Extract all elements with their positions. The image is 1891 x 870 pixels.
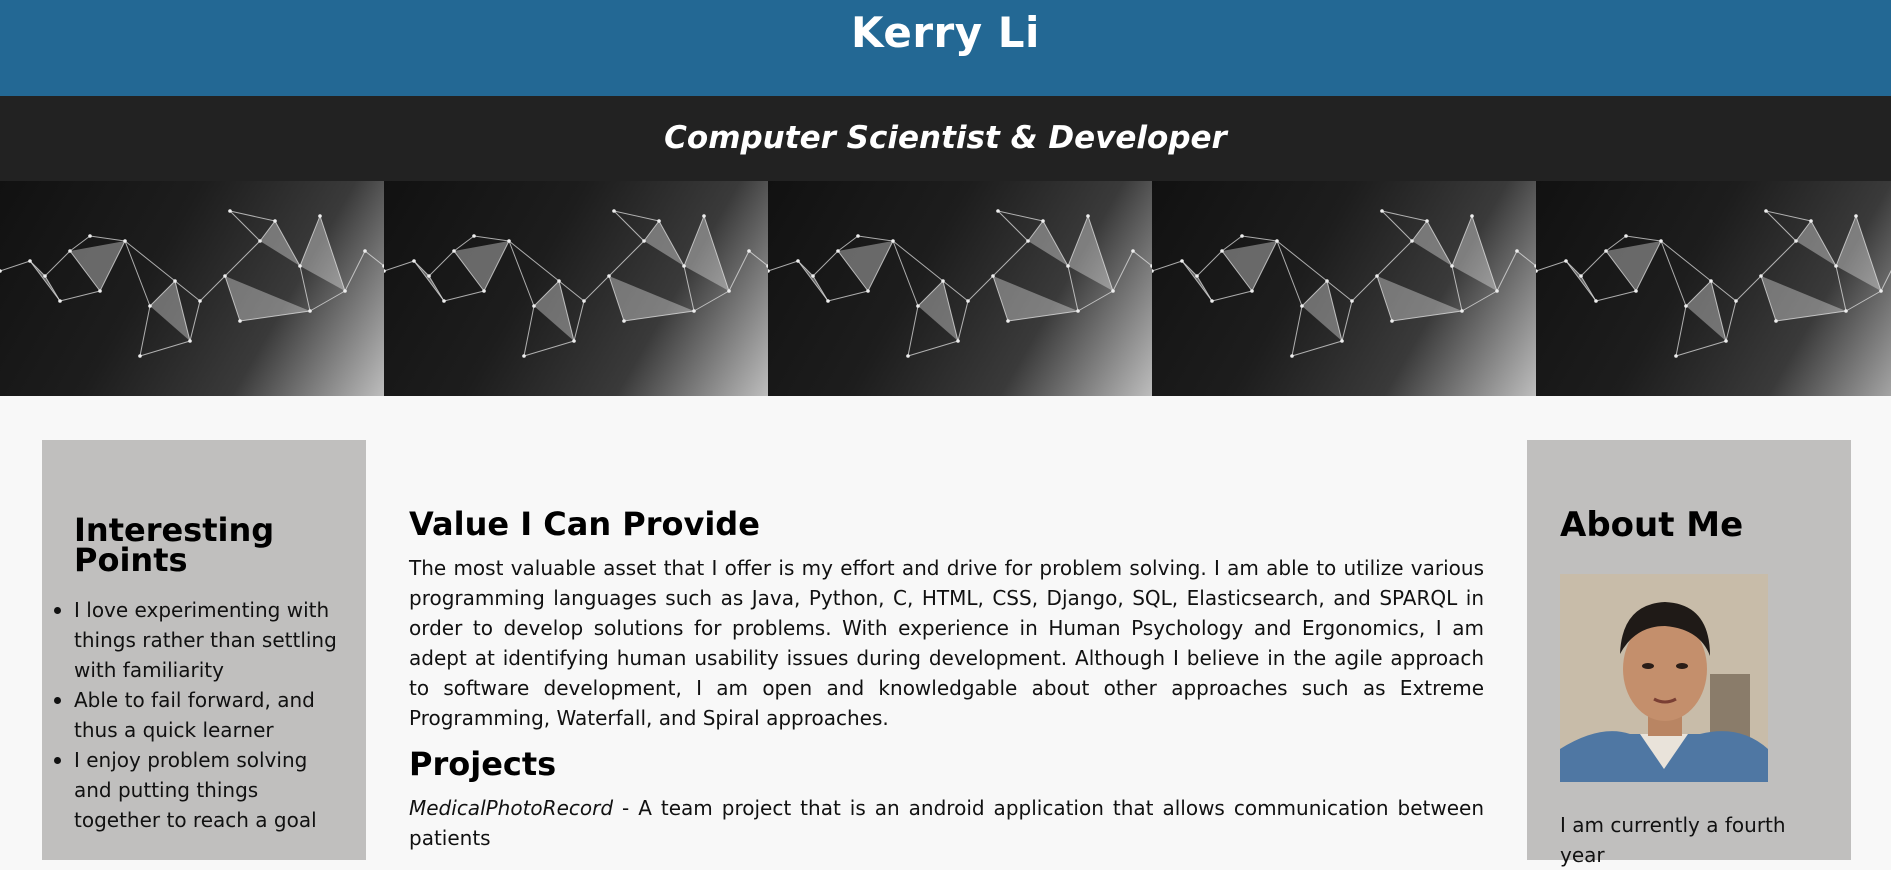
value-heading: Value I Can Provide [409,505,760,543]
banner-tile [1152,181,1536,396]
about-me-intro: I am currently a fourth year [1560,813,1786,867]
main-content: Value I Can Provide The most valuable as… [409,505,1484,865]
project-entry: MedicalPhotoRecord - A team project that… [409,793,1484,853]
interesting-points-list: I love experimenting with things rather … [54,595,344,835]
list-item: Able to fail forward, and thus a quick l… [54,685,344,745]
value-paragraph: The most valuable asset that I offer is … [409,556,1484,730]
banner-tile [768,181,1152,396]
banner-image-strip [0,181,1891,396]
site-subheader: Computer Scientist & Developer [0,96,1891,181]
about-me-sidebar: About Me I am currently a fourth year [1527,440,1851,867]
list-item: I love experimenting with things rather … [54,595,344,685]
site-title: Kerry Li [851,8,1040,57]
banner-tile [384,181,768,396]
site-subtitle: Computer Scientist & Developer [664,120,1227,156]
list-item: I enjoy problem solving and putting thin… [54,745,344,835]
interesting-points-title: Interesting Points [74,511,275,579]
site-header: Kerry Li [0,0,1891,96]
profile-photo [1560,574,1768,782]
interesting-points-sidebar: Interesting Points I love experimenting … [42,440,366,860]
banner-tile [0,181,384,396]
banner-tile [1536,181,1891,396]
project-name: MedicalPhotoRecord [409,796,614,820]
about-me-title: About Me [1560,505,1744,545]
projects-heading: Projects [409,745,557,783]
